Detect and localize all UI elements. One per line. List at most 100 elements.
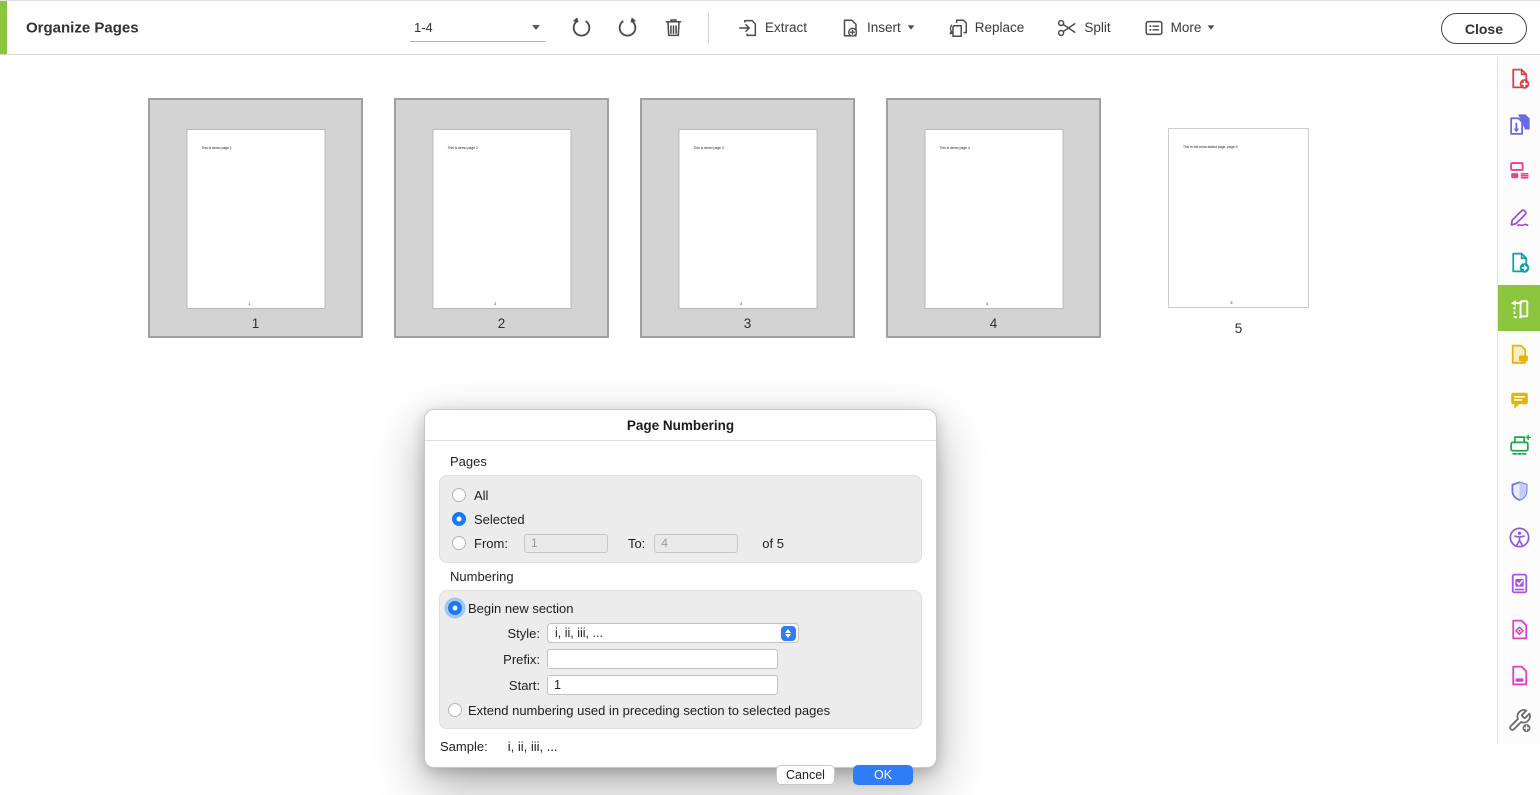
sidebar-item-edit-pdf[interactable] (1498, 148, 1540, 194)
edit-pdf-icon (1507, 158, 1532, 183)
sidebar-item-redact[interactable] (1498, 652, 1540, 698)
sidebar-item-fill-sign[interactable] (1498, 194, 1540, 240)
tools-sidebar (1497, 56, 1540, 744)
radio-extend-numbering[interactable] (448, 703, 462, 717)
radio-selected[interactable] (452, 512, 466, 526)
delete-pages-button[interactable] (654, 9, 692, 47)
sidebar-item-compress-pdf[interactable] (1498, 606, 1540, 652)
extract-page-icon (737, 17, 759, 39)
page-thumbnail-1[interactable]: This is demo page 1 1 1 (148, 98, 363, 338)
insert-button[interactable]: Insert (827, 9, 927, 47)
toolbar-divider (708, 13, 709, 43)
page-body-text: This is demo page 4 (939, 146, 1063, 150)
start-input[interactable] (547, 675, 778, 695)
export-pdf-icon (1507, 112, 1532, 137)
prefix-input[interactable] (547, 649, 778, 669)
scan-ocr-icon (1507, 433, 1532, 458)
sidebar-item-comment[interactable] (1498, 377, 1540, 423)
chevron-down-icon (532, 25, 540, 30)
radio-row-begin[interactable]: Begin new section (448, 596, 909, 620)
style-value: i, ii, iii, ... (548, 626, 781, 640)
page-preview: This is demo page 3 3 (678, 129, 817, 309)
more-button[interactable]: More (1131, 9, 1228, 47)
radio-row-from[interactable]: From: To: of 5 (452, 531, 909, 555)
chevron-down-icon (907, 25, 914, 29)
rotate-cw-icon (616, 16, 639, 39)
page-thumbnail-4[interactable]: This is demo page 4 4 4 (886, 98, 1101, 338)
from-input (524, 534, 608, 553)
begin-section-label: Begin new section (468, 601, 574, 616)
pages-group-panel: All Selected From: To: of 5 (439, 475, 922, 563)
thumbnail-label: 1 (150, 316, 361, 331)
printed-page-number: 5 (1169, 301, 1294, 305)
page-thumbnail-3[interactable]: This is demo page 3 3 3 (640, 98, 855, 338)
more-tools-wrench-icon (1507, 708, 1532, 733)
organize-pages-icon (1507, 296, 1532, 321)
of-total-label: of 5 (762, 536, 784, 551)
pages-group-label: Pages (450, 454, 922, 469)
ok-button[interactable]: OK (853, 765, 913, 785)
sidebar-item-prepare-form[interactable] (1498, 560, 1540, 606)
more-label: More (1171, 20, 1202, 35)
create-pdf-icon (1507, 66, 1532, 91)
sample-value: i, ii, iii, ... (508, 739, 558, 754)
page-body-text: This is the extra added page, page 5 (1183, 145, 1309, 149)
thumbnail-label: 2 (396, 316, 607, 331)
sidebar-item-create-pdf[interactable] (1498, 56, 1540, 102)
sidebar-item-protect[interactable] (1498, 469, 1540, 515)
numbering-group-panel: Begin new section Style: i, ii, iii, ...… (439, 590, 922, 729)
printed-page-number: 4 (925, 302, 1048, 306)
radio-from[interactable] (452, 536, 466, 550)
printed-page-number: 1 (187, 302, 310, 306)
chevron-down-icon (1208, 25, 1215, 29)
radio-all-label: All (474, 488, 488, 503)
radio-selected-label: Selected (474, 512, 525, 527)
radio-all[interactable] (452, 488, 466, 502)
page-body-text: This is demo page 3 (693, 146, 817, 150)
send-file-icon (1507, 250, 1532, 275)
sample-label: Sample: (440, 739, 488, 754)
sidebar-item-export-pdf[interactable] (1498, 102, 1540, 148)
insert-label: Insert (867, 20, 901, 35)
cancel-button[interactable]: Cancel (776, 765, 835, 785)
style-select[interactable]: i, ii, iii, ... (547, 623, 799, 643)
from-label: From: (474, 536, 508, 551)
page-range-dropdown[interactable]: 1-4 (410, 14, 546, 42)
rotate-left-button[interactable] (562, 9, 600, 47)
extract-button[interactable]: Extract (725, 9, 819, 47)
radio-row-all[interactable]: All (452, 483, 909, 507)
page-title: Organize Pages (26, 19, 139, 36)
page-thumbnail-2[interactable]: This is demo page 2 2 2 (394, 98, 609, 338)
sidebar-item-document-comment[interactable] (1498, 331, 1540, 377)
dialog-title: Page Numbering (627, 418, 734, 433)
scissors-icon (1056, 17, 1078, 39)
radio-begin-new-section[interactable] (448, 601, 462, 615)
accent-strip (0, 1, 7, 54)
split-button[interactable]: Split (1044, 9, 1122, 47)
prefix-label: Prefix: (476, 652, 540, 667)
page-thumbnail-5[interactable]: This is the extra added page, page 5 5 (1168, 128, 1309, 308)
replace-button[interactable]: Replace (935, 9, 1037, 47)
radio-row-selected[interactable]: Selected (452, 507, 909, 531)
rotate-right-button[interactable] (608, 9, 646, 47)
extend-label: Extend numbering used in preceding secti… (468, 703, 830, 718)
replace-label: Replace (975, 20, 1025, 35)
sidebar-item-more-tools[interactable] (1498, 698, 1540, 744)
document-comment-icon (1507, 342, 1532, 367)
accessibility-icon (1507, 525, 1532, 550)
dialog-header[interactable]: Page Numbering (425, 410, 936, 441)
protect-shield-icon (1507, 479, 1532, 504)
trash-icon (662, 16, 685, 39)
radio-row-extend[interactable]: Extend numbering used in preceding secti… (448, 698, 909, 722)
numbering-group-label: Numbering (450, 569, 922, 584)
sidebar-item-accessibility[interactable] (1498, 515, 1540, 561)
sidebar-item-send-file[interactable] (1498, 239, 1540, 285)
redact-icon (1507, 663, 1532, 688)
compress-pdf-icon (1507, 617, 1532, 642)
sidebar-item-organize-pages[interactable] (1498, 285, 1540, 331)
sidebar-item-scan-ocr[interactable] (1498, 423, 1540, 469)
close-button[interactable]: Close (1441, 13, 1527, 44)
split-label: Split (1084, 20, 1110, 35)
to-input (654, 534, 738, 553)
fill-sign-pen-icon (1507, 204, 1532, 229)
